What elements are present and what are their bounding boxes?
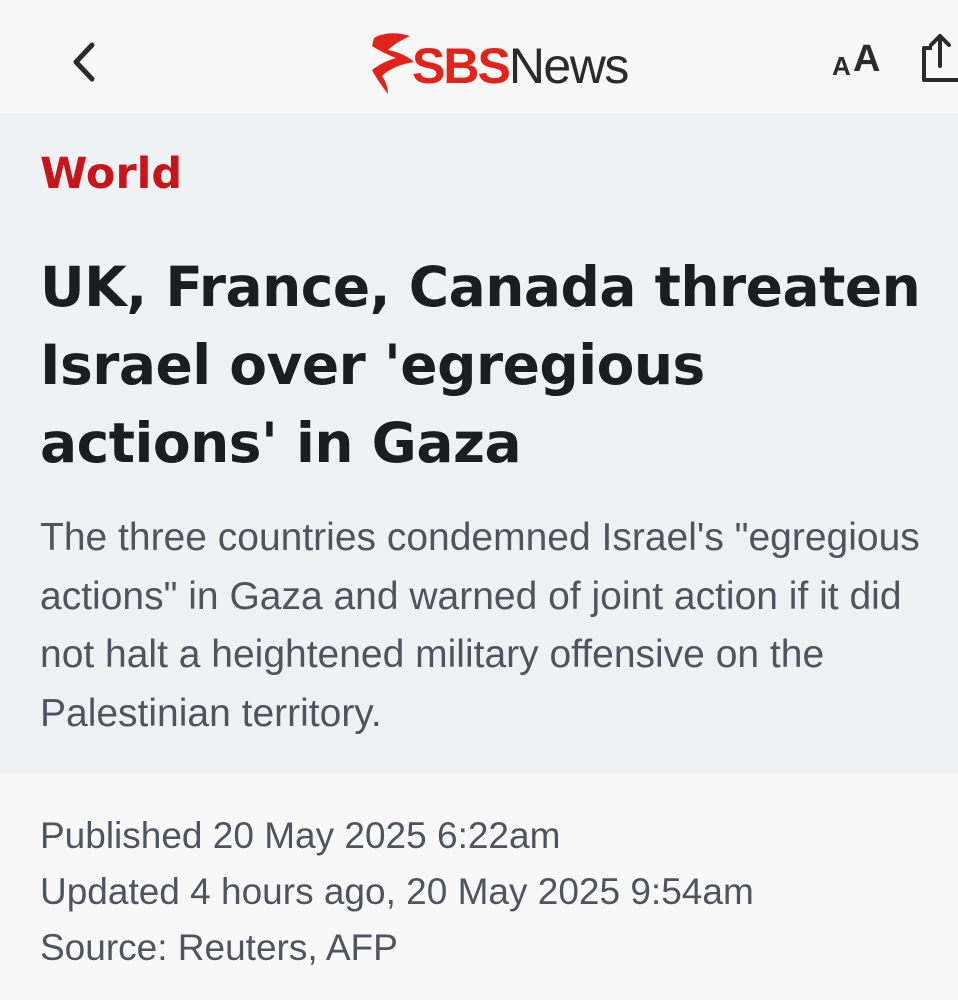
share-button[interactable] bbox=[918, 28, 958, 88]
sbs-news-logo[interactable]: SBSNews bbox=[368, 24, 668, 96]
text-size-small-glyph: A bbox=[832, 51, 851, 81]
article-source: Source: Reuters, AFP bbox=[40, 927, 398, 968]
back-button[interactable] bbox=[66, 40, 106, 84]
article-standfirst: The three countries condemned Israel's "… bbox=[40, 516, 920, 735]
updated-date: Updated 4 hours ago, 20 May 2025 9:54am bbox=[40, 871, 754, 912]
logo-wordmark: SBSNews bbox=[412, 38, 630, 94]
share-icon bbox=[922, 34, 958, 82]
logo-product: News bbox=[508, 38, 630, 94]
top-navigation-bar: SBSNews A A bbox=[0, 0, 958, 113]
article-meta: Published 20 May 2025 6:22am Updated 4 h… bbox=[40, 808, 940, 976]
text-size-large-glyph: A bbox=[853, 38, 881, 80]
text-size-button[interactable]: A A bbox=[828, 38, 888, 82]
chevron-left-icon bbox=[73, 42, 95, 82]
logo-brand: SBS bbox=[412, 38, 511, 94]
article-category[interactable]: World bbox=[40, 150, 182, 198]
published-date: Published 20 May 2025 6:22am bbox=[40, 815, 561, 856]
sbs-mercator-mark-icon bbox=[372, 33, 414, 94]
article-headline: UK, France, Canada threaten Israel over … bbox=[40, 255, 921, 475]
